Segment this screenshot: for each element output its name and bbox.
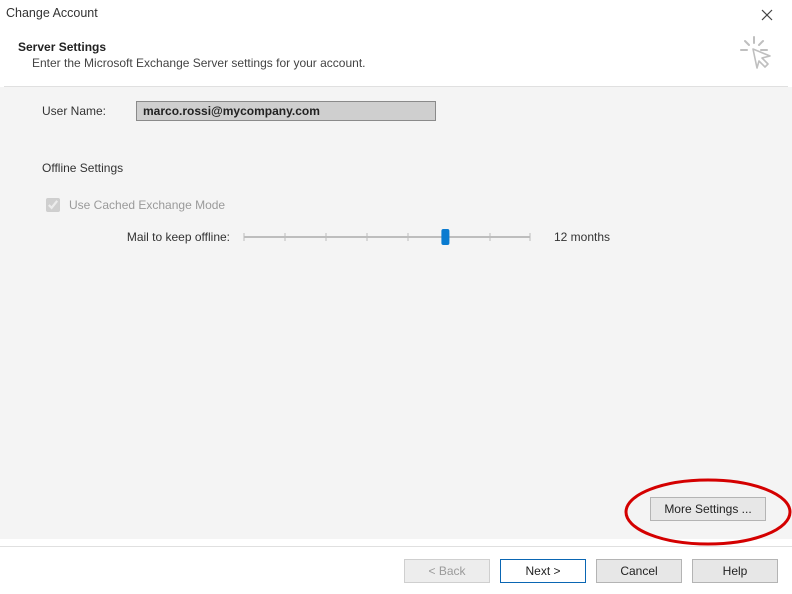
help-button[interactable]: Help <box>692 559 778 583</box>
more-settings-button[interactable]: More Settings ... <box>650 497 766 521</box>
body: User Name: Offline Settings Use Cached E… <box>0 87 792 539</box>
cached-mode-checkbox <box>46 198 60 212</box>
header-heading: Server Settings <box>18 40 774 54</box>
back-button: < Back <box>404 559 490 583</box>
cached-mode-row: Use Cached Exchange Mode <box>42 195 752 215</box>
cancel-button[interactable]: Cancel <box>596 559 682 583</box>
next-button[interactable]: Next > <box>500 559 586 583</box>
mail-offline-row: Mail to keep offline: <box>100 227 752 247</box>
window-title: Change Account <box>6 4 98 20</box>
cursor-click-icon <box>738 34 774 70</box>
slider-thumb-icon <box>441 229 449 245</box>
titlebar: Change Account <box>0 0 792 28</box>
offline-settings-heading: Offline Settings <box>42 161 752 175</box>
mail-offline-value: 12 months <box>554 230 610 244</box>
header: Server Settings Enter the Microsoft Exch… <box>0 28 792 80</box>
change-account-window: Change Account Server Settings Enter the… <box>0 0 792 594</box>
header-subheading: Enter the Microsoft Exchange Server sett… <box>32 56 774 70</box>
mail-offline-label: Mail to keep offline: <box>100 230 230 244</box>
cached-mode-label: Use Cached Exchange Mode <box>69 198 225 212</box>
username-label: User Name: <box>42 104 116 118</box>
close-button[interactable] <box>746 4 788 26</box>
username-field[interactable] <box>136 101 436 121</box>
mail-offline-slider[interactable] <box>242 227 532 247</box>
username-row: User Name: <box>42 101 752 121</box>
close-icon <box>761 9 773 21</box>
footer: < Back Next > Cancel Help <box>0 546 792 594</box>
